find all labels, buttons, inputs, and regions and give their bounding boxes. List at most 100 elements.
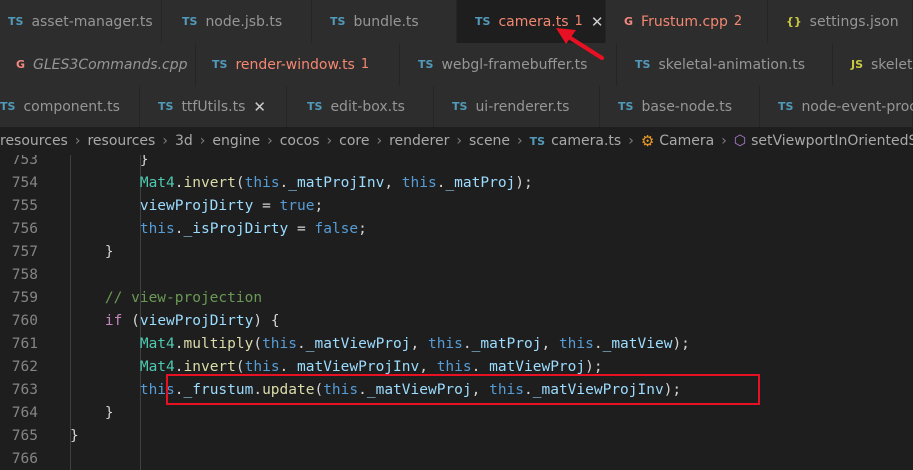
tab-label: node.jsb.ts: [205, 13, 283, 30]
code-token: =: [288, 221, 315, 237]
code-token: .: [174, 336, 184, 352]
code-line[interactable]: 754 Mat4.invert(this._matProjInv, this._…: [0, 172, 913, 195]
code-token: Mat4: [139, 175, 175, 191]
cpp-file-icon: G: [624, 15, 634, 28]
tab-ttfutils-ts[interactable]: TS ttfUtils.ts ✕: [140, 86, 287, 127]
json-file-icon: {}: [786, 15, 802, 28]
code-token: ) {: [253, 313, 280, 329]
annotation-arrow-icon: [556, 28, 604, 60]
tab-settings-json[interactable]: {} settings.json: [768, 0, 913, 43]
tab-label: skeleta: [871, 56, 913, 73]
chevron-right-icon: ›: [517, 133, 523, 149]
code-text: Mat4.multiply(this._matViewProj, this._m…: [70, 333, 690, 356]
code-token: _matViewProj: [480, 359, 586, 375]
code-token: .: [174, 175, 184, 191]
cpp-file-icon: G: [16, 58, 26, 71]
chevron-right-icon: ›: [628, 133, 634, 149]
chevron-right-icon: ›: [721, 133, 727, 149]
breadcrumb-file[interactable]: camera.ts: [551, 133, 621, 149]
code-token: ,: [541, 336, 559, 352]
code-token: }: [70, 155, 149, 168]
breadcrumb-folder[interactable]: cocos: [280, 133, 320, 149]
code-token: _matViewProj: [305, 336, 411, 352]
close-icon[interactable]: ✕: [253, 98, 266, 116]
code-line[interactable]: 761 Mat4.multiply(this._matViewProj, thi…: [0, 333, 913, 356]
code-token: }: [70, 244, 114, 260]
line-number: 761: [11, 336, 38, 352]
tab-label: settings.json: [809, 13, 899, 30]
breadcrumb-folder[interactable]: resources: [87, 133, 155, 149]
code-line[interactable]: 760 if (viewProjDirty) {: [0, 310, 913, 333]
tab-label: GLES3Commands.cpp: [33, 56, 188, 73]
code-token: this: [244, 175, 280, 191]
breadcrumb-folder[interactable]: core: [339, 133, 369, 149]
tab-base-node-ts[interactable]: TS base-node.ts: [600, 86, 760, 127]
line-number: 766: [11, 451, 38, 467]
code-line[interactable]: 765}: [0, 425, 913, 448]
breadcrumb-class[interactable]: Camera: [659, 133, 714, 149]
tab-node-event-proc[interactable]: TS node-event-proc: [760, 86, 913, 127]
code-token: ;: [358, 221, 367, 237]
breadcrumb-folder[interactable]: 3d: [175, 133, 193, 149]
ts-file-icon: TS: [182, 15, 198, 28]
code-token: ,: [419, 359, 437, 375]
tab-skeleta[interactable]: JS skeleta: [833, 43, 913, 86]
code-token: ,: [384, 175, 402, 191]
code-line[interactable]: 759 // view-projection: [0, 287, 913, 310]
breadcrumb-folder[interactable]: renderer: [389, 133, 449, 149]
code-token: (: [235, 175, 245, 191]
line-number: 755: [11, 198, 38, 214]
code-token: (: [253, 336, 263, 352]
code-token: this: [436, 359, 472, 375]
line-number: 765: [11, 428, 38, 444]
tab-label: Frustum.cpp: [641, 13, 728, 30]
tab-asset-manager-ts[interactable]: TS asset-manager.ts: [0, 0, 162, 43]
code-token: _matProj: [471, 336, 542, 352]
code-token: _matProjInv: [288, 175, 385, 191]
tab-gles3commands-cpp[interactable]: G GLES3Commands.cpp: [0, 43, 196, 86]
tab-edit-box-ts[interactable]: TS edit-box.ts: [287, 86, 434, 127]
code-token: this: [401, 175, 437, 191]
chevron-right-icon: ›: [74, 133, 81, 149]
tab-label: bundle.ts: [353, 13, 419, 30]
code-token: this: [558, 336, 594, 352]
code-token: );: [515, 175, 533, 191]
code-token: (: [122, 313, 140, 329]
code-token: viewProjDirty: [139, 198, 254, 214]
ts-file-icon: TS: [452, 100, 468, 113]
ts-file-icon: TS: [418, 58, 434, 71]
line-number: 759: [11, 290, 38, 306]
tab-bundle-ts[interactable]: TS bundle.ts: [312, 0, 457, 43]
code-editor[interactable]: 753 } 754 Mat4.invert(this._matProjInv, t…: [0, 155, 913, 470]
breadcrumb-folder[interactable]: resources: [0, 133, 68, 149]
code-token: .: [174, 221, 184, 237]
breadcrumb-method[interactable]: setViewportInOrientedSp: [751, 133, 913, 149]
code-line[interactable]: 757 }: [0, 241, 913, 264]
code-token: _matViewProjInv: [288, 359, 420, 375]
code-token: this: [427, 336, 463, 352]
breadcrumb-folder[interactable]: engine: [212, 133, 260, 149]
tab-component-ts[interactable]: TS component.ts: [0, 86, 140, 127]
tab-label: render-window.ts: [235, 56, 355, 73]
code-line[interactable]: 753 }: [0, 155, 913, 172]
tab-skeletal-animation-ts[interactable]: TS skeletal-animation.ts: [617, 43, 833, 86]
breadcrumb-folder[interactable]: scene: [469, 133, 510, 149]
tab-render-window-ts[interactable]: TS render-window.ts 1: [196, 43, 400, 86]
code-line[interactable]: 756 this._isProjDirty = false;: [0, 218, 913, 241]
code-line[interactable]: 764 }: [0, 402, 913, 425]
code-line[interactable]: 758: [0, 264, 913, 287]
chevron-right-icon: ›: [267, 133, 273, 149]
tab-frustum-cpp[interactable]: G Frustum.cpp 2: [606, 0, 768, 43]
code-line[interactable]: 766: [0, 448, 913, 470]
code-token: // view-projection: [104, 290, 263, 306]
code-token: .: [174, 359, 184, 375]
code-token: .: [297, 336, 306, 352]
tab-node-jsb-ts[interactable]: TS node.jsb.ts: [162, 0, 312, 43]
line-number: 756: [11, 221, 38, 237]
code-token: invert: [183, 175, 236, 191]
code-line[interactable]: 755 viewProjDirty = true;: [0, 195, 913, 218]
code-token: invert: [183, 359, 236, 375]
tab-ui-renderer-ts[interactable]: TS ui-renderer.ts: [434, 86, 600, 127]
